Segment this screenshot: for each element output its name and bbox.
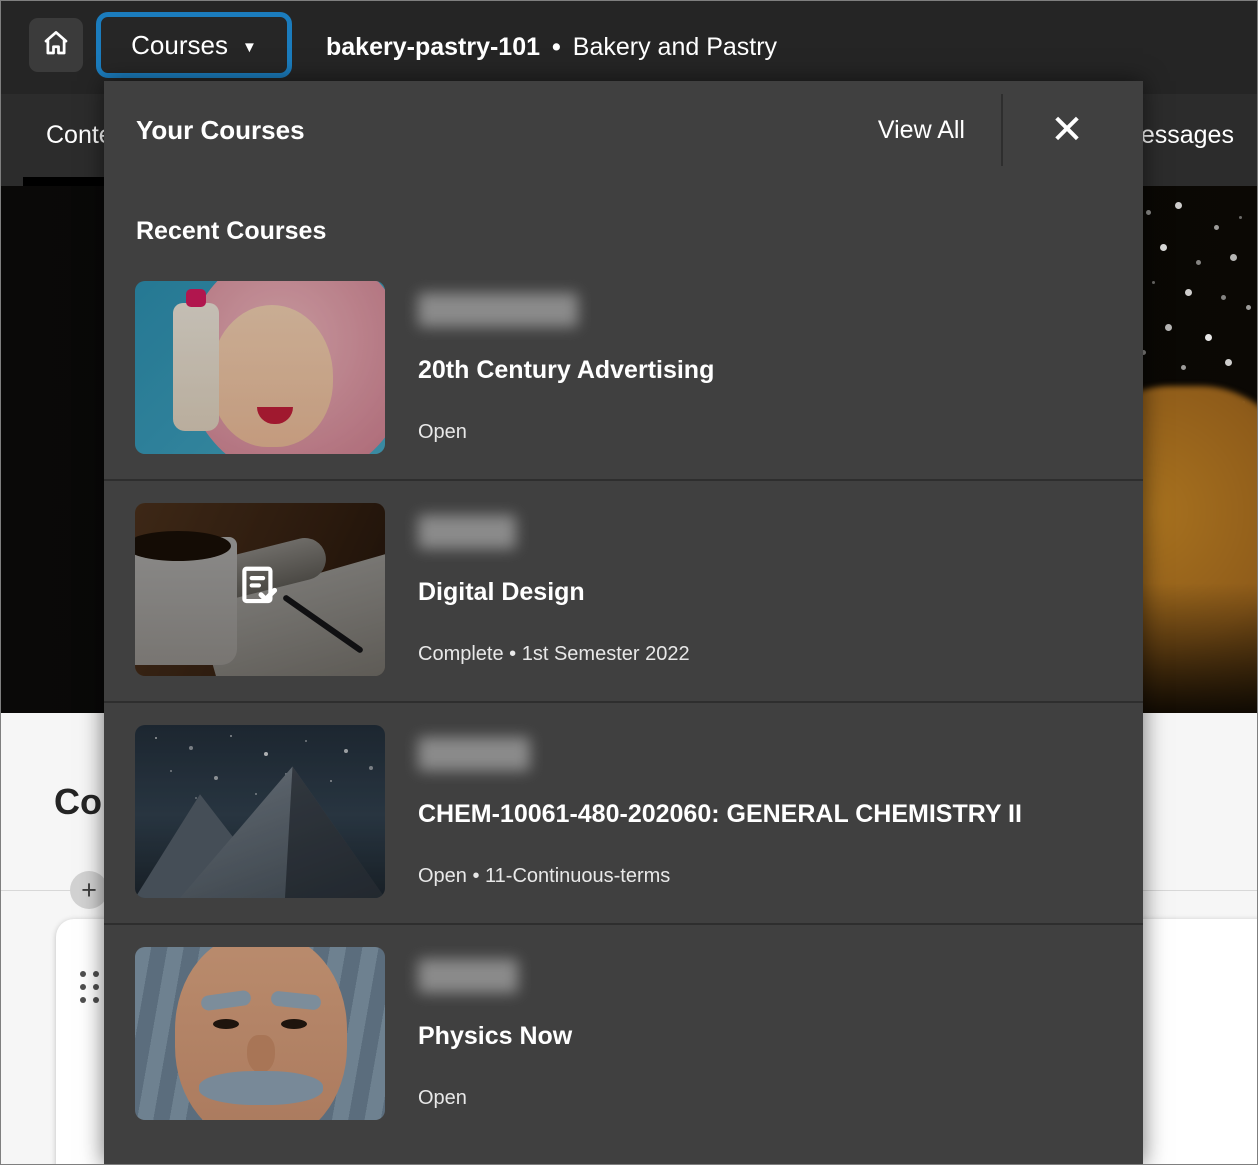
course-thumbnail-physics	[135, 947, 385, 1120]
course-status: Open	[418, 419, 714, 446]
course-id-redacted	[418, 293, 578, 327]
add-content-button[interactable]: +	[70, 871, 108, 909]
document-check-icon	[235, 562, 285, 617]
panel-title: Your Courses	[136, 115, 878, 146]
course-list: 20th Century Advertising Open	[104, 259, 1143, 1145]
courses-menu-button[interactable]: Courses ▼	[96, 12, 292, 78]
your-courses-panel: Your Courses View All ✕ Recent Courses 2…	[104, 81, 1143, 1165]
course-title: 20th Century Advertising	[418, 353, 714, 387]
course-info: Physics Now Open	[418, 947, 572, 1120]
course-status: Complete • 1st Semester 2022	[418, 641, 690, 668]
course-id-redacted	[418, 959, 518, 993]
course-title: Digital Design	[418, 575, 690, 609]
course-status: Open	[418, 1085, 572, 1112]
course-info: Digital Design Complete • 1st Semester 2…	[418, 503, 690, 676]
course-thumbnail-chemistry	[135, 725, 385, 898]
course-info: 20th Century Advertising Open	[418, 281, 714, 454]
breadcrumb-course-title: Bakery and Pastry	[573, 33, 777, 62]
course-title: Physics Now	[418, 1019, 572, 1053]
recent-courses-heading: Recent Courses	[136, 217, 326, 246]
course-thumbnail-advertising	[135, 281, 385, 454]
home-icon	[41, 28, 71, 63]
close-icon: ✕	[1050, 110, 1084, 150]
hero-bottom-shade	[1137, 583, 1257, 713]
panel-header: Your Courses View All ✕	[104, 81, 1143, 179]
hero-pastry-image	[1137, 186, 1257, 713]
view-all-link[interactable]: View All	[878, 116, 965, 145]
course-row-chemistry[interactable]: CHEM-10061-480-202060: GENERAL CHEMISTRY…	[104, 701, 1143, 923]
course-id-redacted	[418, 737, 530, 771]
course-row-physics[interactable]: Physics Now Open	[104, 923, 1143, 1145]
plus-icon: +	[81, 877, 97, 904]
breadcrumb-separator: •	[552, 33, 561, 62]
course-status: Open • 11-Continuous-terms	[418, 863, 1022, 890]
course-row-advertising[interactable]: 20th Century Advertising Open	[104, 259, 1143, 479]
course-id-redacted	[418, 515, 516, 549]
course-row-digital-design[interactable]: Digital Design Complete • 1st Semester 2…	[104, 479, 1143, 701]
course-thumbnail-digital-design	[135, 503, 385, 676]
app-window: Courses ▼ bakery-pastry-101 • Bakery and…	[0, 0, 1258, 1165]
close-button[interactable]: ✕	[1041, 104, 1093, 156]
breadcrumb-course-id: bakery-pastry-101	[326, 33, 540, 62]
chevron-down-icon: ▼	[242, 39, 257, 56]
home-button[interactable]	[29, 18, 83, 72]
courses-menu-label: Courses	[131, 30, 228, 61]
drag-handle-icon[interactable]	[80, 971, 102, 1005]
course-info: CHEM-10061-480-202060: GENERAL CHEMISTRY…	[418, 725, 1022, 898]
course-title: CHEM-10061-480-202060: GENERAL CHEMISTRY…	[418, 797, 1022, 831]
header-divider	[1001, 94, 1003, 166]
